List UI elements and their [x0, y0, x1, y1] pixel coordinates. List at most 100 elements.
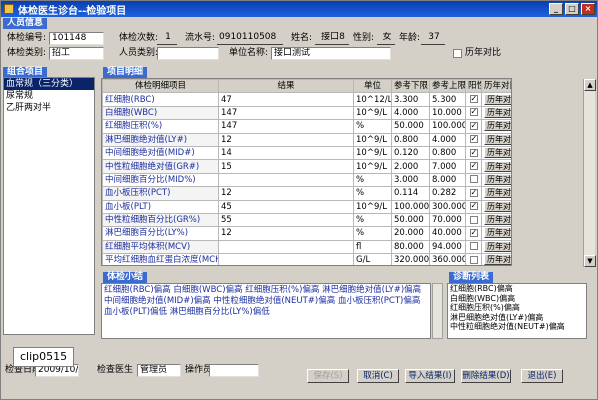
result-cell[interactable]: [218, 239, 354, 255]
table-row[interactable]: 淋巴细胞百分比(LY%)12%20.00040.000 历年对比: [102, 226, 511, 241]
table-row[interactable]: 淋巴细胞绝对值(LY#)1210^9/L0.8004.000 历年对比: [102, 132, 511, 147]
diagnosis-item[interactable]: 中性粒细胞绝对值(NEUT#)偏高: [448, 322, 586, 332]
table-row[interactable]: 中性粒细胞百分比(GR%)55%50.00070.000 历年对比: [102, 212, 511, 228]
history-compare-button[interactable]: 历年对比: [484, 174, 511, 185]
result-cell[interactable]: 45: [218, 199, 354, 214]
positive-checkbox[interactable]: [469, 175, 478, 184]
table-row[interactable]: 血小板压积(PCT)12%0.1140.282 历年对比: [102, 186, 511, 201]
ref-high-cell: 4.000: [429, 132, 466, 147]
positive-checkbox[interactable]: [469, 134, 478, 145]
diagnosis-item[interactable]: 红细胞(RBC)偏高: [448, 284, 586, 294]
diagnosis-section-title: 诊断列表: [449, 272, 494, 283]
history-compare-button[interactable]: 历年对比: [484, 214, 511, 226]
history-compare-button[interactable]: 历年对比: [484, 107, 511, 118]
gender-value: 女: [377, 32, 395, 45]
clip-label: clip0515: [13, 347, 75, 367]
history-compare-button[interactable]: 历年对比: [484, 147, 511, 159]
positive-checkbox[interactable]: [469, 242, 478, 251]
history-cell: 历年对比: [481, 92, 511, 107]
history-compare-checkbox[interactable]: [453, 49, 462, 58]
cancel-button[interactable]: 取消(C): [357, 369, 399, 383]
window-title: 体检医生诊台--检验项目: [18, 5, 127, 17]
result-cell[interactable]: 14: [218, 145, 354, 161]
diagnosis-item[interactable]: 淋巴细胞绝对值(LY#)偏高: [448, 313, 586, 323]
table-row[interactable]: 白细胞(WBC)14710^9/L4.00010.000 历年对比: [102, 105, 511, 121]
doctor-label: 检查医生: [97, 365, 134, 375]
scroll-up-icon[interactable]: ▲: [584, 79, 596, 91]
result-cell[interactable]: 147: [218, 105, 354, 121]
delete-result-button[interactable]: 删除结果(D): [461, 369, 511, 383]
history-compare-button[interactable]: 历年对比: [484, 160, 511, 172]
result-cell[interactable]: 12: [218, 226, 354, 241]
history-compare-button[interactable]: 历年对比: [484, 227, 511, 239]
import-result-button[interactable]: 导入结果(I): [405, 369, 455, 383]
positive-checkbox[interactable]: [469, 147, 478, 159]
table-row[interactable]: 红细胞平均体积(MCV) fl80.00094.000 历年对比: [102, 239, 511, 255]
category-field[interactable]: 招工: [49, 47, 104, 60]
detail-grid: 体检明细项目 结果 单位 参考下限 参考上限 阳性 历年对比 红细胞(RBC)4…: [101, 78, 512, 266]
history-compare-button[interactable]: 历年对比: [484, 201, 511, 212]
close-button[interactable]: ×: [581, 3, 595, 15]
positive-checkbox[interactable]: [469, 107, 478, 118]
unit-cell: G/L: [353, 253, 392, 265]
doctor-field[interactable]: 管理员: [137, 364, 181, 377]
positive-checkbox[interactable]: [469, 215, 478, 224]
table-row[interactable]: 中性粒细胞绝对值(GR#)1510^9/L2.0007.000 历年对比: [102, 159, 511, 174]
summary-scrollbar[interactable]: [432, 283, 443, 339]
ref-low-cell: 0.120: [391, 145, 430, 161]
history-compare-button[interactable]: 历年对比: [484, 134, 511, 145]
table-row[interactable]: 平均红细胞血红蛋白浓度(MCHC) G/L320.000360.000 历年对比: [102, 253, 511, 265]
result-cell[interactable]: [218, 253, 354, 265]
category-label: 体检类别:: [7, 48, 47, 58]
exam-no-field[interactable]: 101148: [49, 32, 104, 45]
group-item[interactable]: 尿常规: [4, 90, 94, 102]
history-cell: 历年对比: [481, 159, 511, 174]
ref-low-cell: 320.000: [391, 253, 430, 265]
history-compare-button[interactable]: 历年对比: [484, 93, 511, 105]
group-item[interactable]: 乙肝两对半: [4, 102, 94, 114]
result-cell[interactable]: 55: [218, 212, 354, 228]
history-cell: 历年对比: [481, 253, 511, 265]
result-cell[interactable]: 12: [218, 186, 354, 201]
result-cell[interactable]: 147: [218, 119, 354, 134]
history-cell: 历年对比: [481, 132, 511, 147]
exit-button[interactable]: 退出(E): [521, 369, 563, 383]
diagnosis-item[interactable]: 红细胞压积(%)偏高: [448, 303, 586, 313]
positive-checkbox[interactable]: [469, 161, 478, 172]
table-row[interactable]: 中间细胞百分比(MID%)%3.0008.000 历年对比: [102, 172, 511, 188]
result-cell[interactable]: 12: [218, 132, 354, 147]
scroll-down-icon[interactable]: ▼: [584, 255, 596, 267]
age-value: 37: [421, 32, 445, 45]
table-row[interactable]: 血小板(PLT)4510^9/L100.000300.000 历年对比: [102, 199, 511, 214]
save-button[interactable]: 保存(S): [307, 369, 349, 383]
maximize-button[interactable]: □: [565, 3, 579, 15]
grid-scrollbar[interactable]: ▲ ▼: [583, 79, 596, 267]
operator-field[interactable]: [209, 364, 259, 377]
positive-checkbox[interactable]: [469, 255, 478, 264]
table-row[interactable]: 红细胞(RBC)4710^12/L3.3005.300 历年对比: [102, 92, 511, 107]
minimize-button[interactable]: _: [549, 3, 563, 15]
app-icon: [4, 4, 14, 14]
positive-checkbox[interactable]: [469, 121, 478, 132]
result-cell[interactable]: 15: [218, 159, 354, 174]
item-name-cell: 红细胞(RBC): [102, 92, 219, 107]
positive-checkbox[interactable]: [469, 228, 478, 239]
result-cell[interactable]: 47: [218, 92, 354, 107]
summary-text[interactable]: 红细胞(RBC)偏高 白细胞(WBC)偏高 红细胞压积(%)偏高 淋巴细胞绝对值…: [101, 283, 431, 339]
history-compare-button[interactable]: 历年对比: [484, 241, 511, 252]
group-item[interactable]: 血常规（三分类）: [4, 78, 94, 90]
table-row[interactable]: 红细胞压积(%)147%50.000100.000 历年对比: [102, 119, 511, 134]
history-compare-button[interactable]: 历年对比: [484, 254, 511, 265]
positive-checkbox[interactable]: [469, 201, 478, 212]
table-row[interactable]: 中间细胞绝对值(MID#)1410^9/L0.1200.800 历年对比: [102, 145, 511, 161]
ref-low-cell: 50.000: [391, 212, 430, 228]
unit-field[interactable]: 接口测试: [271, 47, 391, 60]
positive-checkbox[interactable]: [469, 188, 478, 199]
operator-label: 操作员: [185, 365, 213, 375]
positive-checkbox[interactable]: [469, 94, 478, 105]
history-compare-button[interactable]: 历年对比: [484, 187, 511, 199]
result-cell[interactable]: [218, 172, 354, 188]
history-compare-button[interactable]: 历年对比: [484, 120, 511, 132]
staff-type-field[interactable]: [157, 47, 219, 60]
diagnosis-item[interactable]: 白细胞(WBC)偏高: [448, 294, 586, 304]
